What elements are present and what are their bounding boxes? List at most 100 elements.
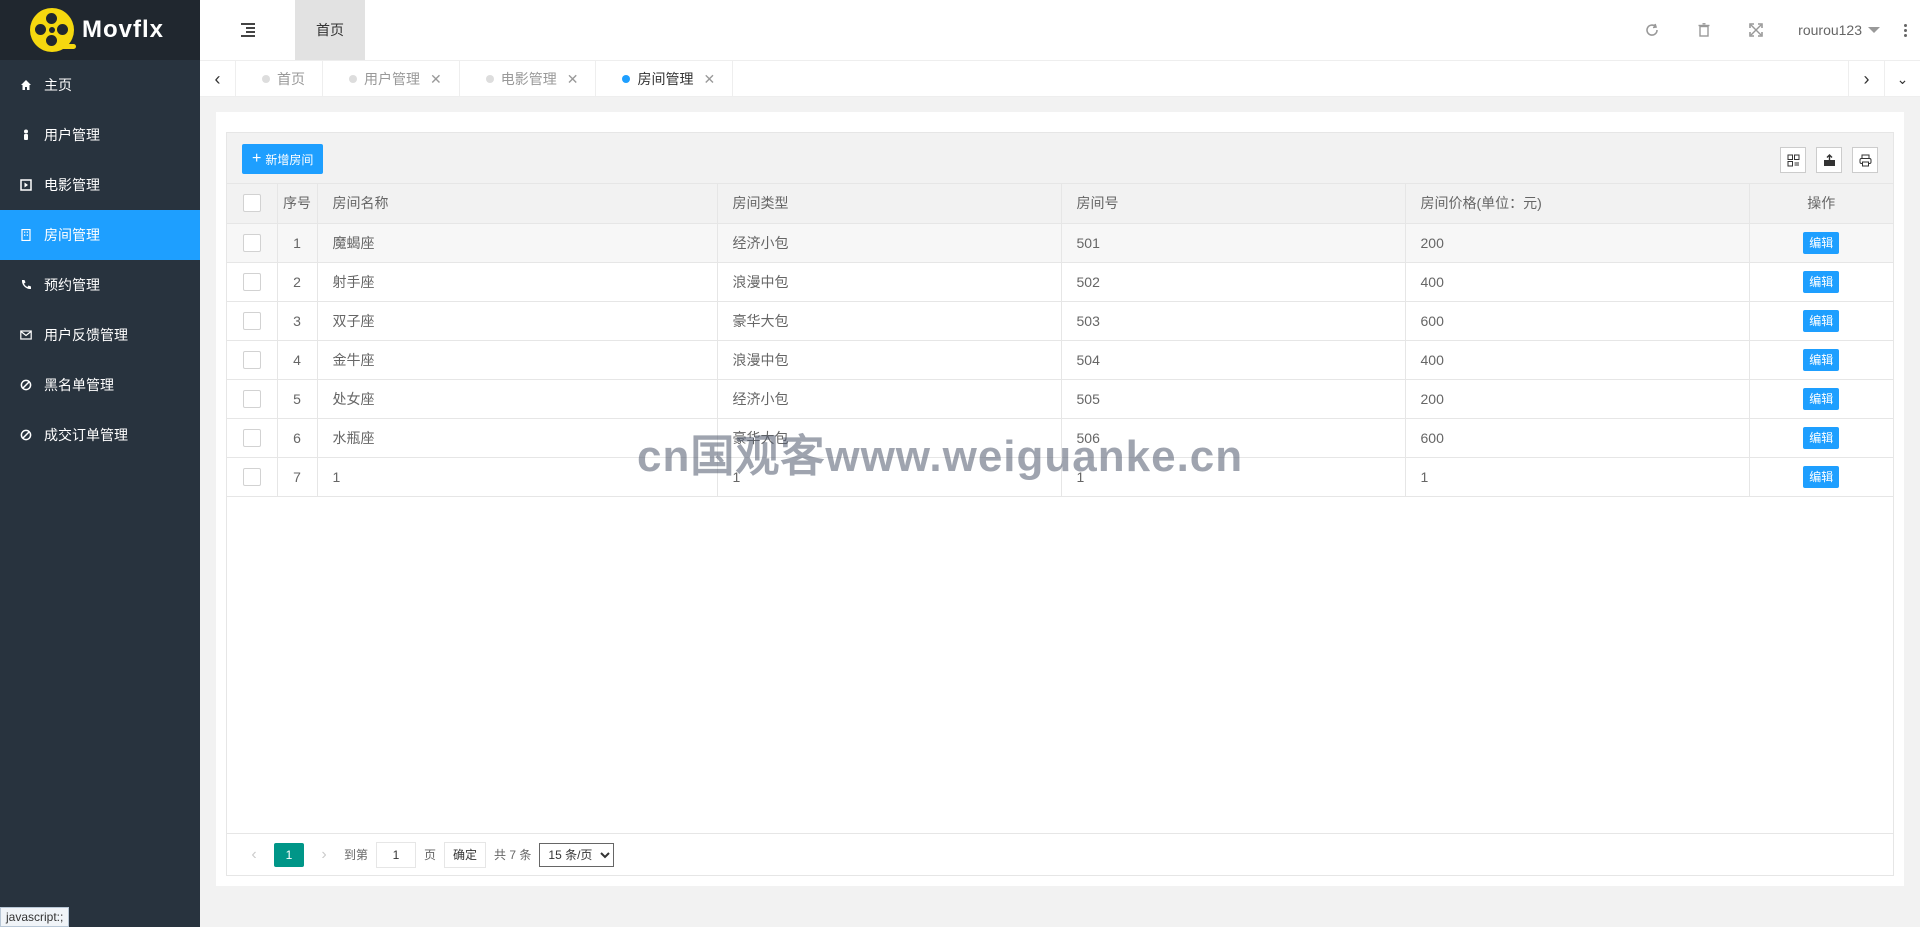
clear-cache-button[interactable] xyxy=(1678,0,1730,60)
cell-actions: 编辑 xyxy=(1749,262,1893,302)
cell-room-price: 200 xyxy=(1405,379,1750,419)
page-number-input[interactable] xyxy=(376,841,417,868)
columns-icon xyxy=(1787,154,1799,166)
username: rourou123 xyxy=(1798,22,1862,38)
column-header[interactable]: 房间名称 xyxy=(317,184,718,224)
column-header[interactable]: 房间价格(单位：元) xyxy=(1405,184,1750,224)
row-checkbox[interactable] xyxy=(242,233,261,252)
cell-room-price: 600 xyxy=(1405,418,1750,458)
user-menu[interactable]: rourou123 xyxy=(1782,22,1890,38)
export-button[interactable] xyxy=(1816,147,1842,173)
sidebar: Movflx 主页 用户管理 电影管理 房间管理 预约管理 用户反馈管理 黑名单… xyxy=(0,0,200,927)
edit-button[interactable]: 编辑 xyxy=(1803,348,1840,371)
sidebar-item-label: 主页 xyxy=(44,77,72,93)
add-room-label: 新增房间 xyxy=(265,152,314,167)
current-page[interactable]: 1 xyxy=(274,842,304,867)
cell-room-name: 魔蝎座 xyxy=(317,223,718,263)
row-checkbox[interactable] xyxy=(242,311,261,330)
add-room-button[interactable]: + 新增房间 xyxy=(242,144,324,174)
sidebar-item-movies[interactable]: 电影管理 xyxy=(0,160,200,210)
cell-actions: 编辑 xyxy=(1749,457,1893,497)
columns-filter-button[interactable] xyxy=(1780,147,1806,173)
row-select-cell[interactable] xyxy=(227,223,278,263)
tabs-next-button[interactable]: › xyxy=(1848,61,1884,97)
row-select-cell[interactable] xyxy=(227,418,278,458)
table-row[interactable]: 6 水瓶座 豪华大包 506 600 编辑 xyxy=(227,418,1893,458)
sidebar-item-orders[interactable]: 成交订单管理 xyxy=(0,410,200,460)
row-checkbox[interactable] xyxy=(242,389,261,408)
close-icon[interactable]: ✕ xyxy=(430,71,442,88)
table-row[interactable]: 4 金牛座 浪漫中包 504 400 编辑 xyxy=(227,340,1893,380)
table-row[interactable]: 2 射手座 浪漫中包 502 400 编辑 xyxy=(227,262,1893,302)
column-header[interactable]: 序号 xyxy=(277,184,318,224)
tab-label: 电影管理 xyxy=(500,71,557,87)
sidebar-item-feedback[interactable]: 用户反馈管理 xyxy=(0,310,200,360)
print-icon xyxy=(1859,154,1871,166)
confirm-page-button[interactable]: 确定 xyxy=(444,841,487,868)
sidebar-item-reservations[interactable]: 预约管理 xyxy=(0,260,200,310)
sidebar-item-users[interactable]: 用户管理 xyxy=(0,110,200,160)
select-all-cell[interactable] xyxy=(227,184,278,224)
select-all-checkbox[interactable] xyxy=(242,194,261,213)
cell-no: 6 xyxy=(277,418,318,458)
cell-room-type: 经济小包 xyxy=(717,223,1062,263)
cell-room-number: 506 xyxy=(1061,418,1406,458)
tab-label: 用户管理 xyxy=(364,71,420,87)
cell-actions: 编辑 xyxy=(1749,301,1893,341)
top-header: 首页 rourou123 xyxy=(200,0,1920,60)
row-checkbox[interactable] xyxy=(242,350,261,369)
cell-room-name: 1 xyxy=(317,457,718,497)
tab-dot-icon xyxy=(262,75,270,83)
tab-movies[interactable]: 电影管理 ✕ xyxy=(460,61,597,97)
close-icon[interactable]: ✕ xyxy=(567,71,579,88)
more-options-button[interactable] xyxy=(1890,23,1920,37)
row-checkbox[interactable] xyxy=(242,272,261,291)
cell-room-price: 200 xyxy=(1405,223,1750,263)
next-page-icon[interactable]: › xyxy=(312,846,336,864)
sidebar-item-blacklist[interactable]: 黑名单管理 xyxy=(0,360,200,410)
edit-button[interactable]: 编辑 xyxy=(1803,231,1840,254)
cell-room-number: 1 xyxy=(1061,457,1406,497)
cell-room-name: 水瓶座 xyxy=(317,418,718,458)
tab-users[interactable]: 用户管理 ✕ xyxy=(323,61,460,97)
column-header[interactable]: 房间类型 xyxy=(717,184,1062,224)
tab-rooms[interactable]: 房间管理 ✕ xyxy=(596,61,734,97)
row-select-cell[interactable] xyxy=(227,340,278,380)
table-header-row: 序号 房间名称 房间类型 房间号 房间价格(单位：元) 操作 xyxy=(227,184,1893,224)
column-header[interactable]: 房间号 xyxy=(1061,184,1406,224)
chevron-left-icon: ‹ xyxy=(214,68,221,89)
table-row[interactable]: 7 1 1 1 1 编辑 xyxy=(227,457,1893,497)
table-row[interactable]: 5 处女座 经济小包 505 200 编辑 xyxy=(227,379,1893,419)
print-button[interactable] xyxy=(1852,147,1878,173)
row-select-cell[interactable] xyxy=(227,262,278,302)
row-checkbox[interactable] xyxy=(242,467,261,486)
row-select-cell[interactable] xyxy=(227,457,278,497)
header-home-tab[interactable]: 首页 xyxy=(295,0,365,60)
cell-room-type: 豪华大包 xyxy=(717,418,1062,458)
tab-home[interactable]: 首页 xyxy=(236,61,323,97)
edit-button[interactable]: 编辑 xyxy=(1803,270,1840,293)
row-select-cell[interactable] xyxy=(227,301,278,341)
page-size-select[interactable]: 15 条/页 xyxy=(539,842,615,867)
logo[interactable]: Movflx xyxy=(0,0,200,60)
sidebar-item-label: 房间管理 xyxy=(44,227,100,243)
table-row[interactable]: 3 双子座 豪华大包 503 600 编辑 xyxy=(227,301,1893,341)
menu-toggle-button[interactable] xyxy=(200,0,295,60)
tabs-prev-button[interactable]: ‹ xyxy=(200,61,236,97)
tabs-dropdown-button[interactable]: ⌄ xyxy=(1884,61,1920,97)
chevron-right-icon: › xyxy=(1863,68,1870,89)
prev-page-icon[interactable]: ‹ xyxy=(242,846,266,864)
close-icon[interactable]: ✕ xyxy=(703,71,715,88)
edit-button[interactable]: 编辑 xyxy=(1803,387,1840,410)
sidebar-item-rooms[interactable]: 房间管理 xyxy=(0,210,200,260)
row-checkbox[interactable] xyxy=(242,428,261,447)
edit-button[interactable]: 编辑 xyxy=(1803,426,1840,449)
refresh-button[interactable] xyxy=(1626,0,1678,60)
edit-button[interactable]: 编辑 xyxy=(1803,309,1840,332)
cell-no: 3 xyxy=(277,301,318,341)
edit-button[interactable]: 编辑 xyxy=(1803,465,1840,488)
row-select-cell[interactable] xyxy=(227,379,278,419)
table-row[interactable]: 1 魔蝎座 经济小包 501 200 编辑 xyxy=(227,223,1893,263)
fullscreen-button[interactable] xyxy=(1730,0,1782,60)
sidebar-item-home[interactable]: 主页 xyxy=(0,60,200,110)
